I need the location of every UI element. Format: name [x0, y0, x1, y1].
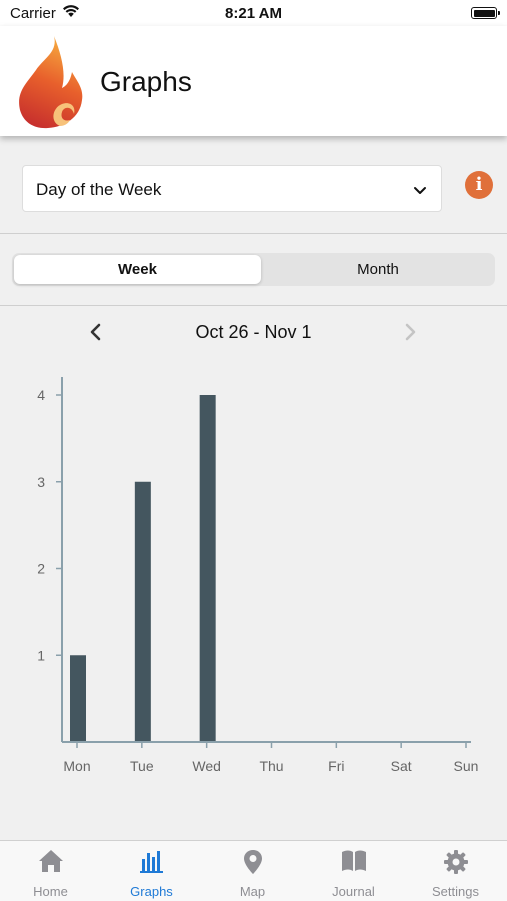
tab-map[interactable]: Map [202, 841, 303, 901]
tab-settings[interactable]: Settings [404, 841, 507, 901]
tab-home[interactable]: Home [0, 841, 101, 901]
grouping-select[interactable]: Day of the Week [22, 165, 442, 212]
app-header: Graphs [0, 26, 507, 136]
bar-tue [134, 481, 151, 741]
divider [0, 305, 507, 306]
tab-journal-label: Journal [332, 884, 375, 899]
segment-month[interactable]: Month [263, 255, 493, 284]
page-title: Graphs [100, 66, 192, 97]
home-icon [0, 849, 101, 875]
gear-icon [404, 849, 507, 875]
status-time: 8:21 AM [225, 5, 282, 22]
x-tick-label: Sun [454, 758, 479, 774]
period-segmented-control: Week Month [12, 253, 495, 286]
date-range-label: Oct 26 - Nov 1 [195, 322, 312, 342]
x-tick-label: Mon [63, 758, 90, 774]
segment-week[interactable]: Week [14, 255, 261, 284]
y-tick-label: 2 [37, 561, 45, 577]
grouping-select-value: Day of the Week [36, 180, 162, 199]
weekday-bar-chart: 1 2 3 4 Mon Tue Wed Thu Fri Sat Sun [37, 377, 479, 774]
info-icon: i [475, 174, 483, 195]
date-range-nav: Oct 26 - Nov 1 [0, 320, 507, 346]
tab-home-label: Home [33, 884, 68, 899]
bar-mon [70, 655, 86, 741]
tab-settings-label: Settings [432, 884, 479, 899]
bar-wed [199, 395, 216, 741]
tab-graphs-label: Graphs [130, 884, 173, 899]
tab-map-label: Map [239, 884, 266, 899]
status-bar: Carrier 8:21 AM [0, 0, 507, 26]
map-pin-icon [202, 849, 303, 875]
tab-bar: Home Graphs Map Journal Settings [0, 840, 507, 901]
tab-graphs[interactable]: Graphs [101, 841, 202, 901]
bar-chart-icon [101, 849, 202, 875]
y-tick-label: 1 [37, 647, 45, 663]
battery-icon [471, 7, 500, 19]
chevron-right-icon[interactable] [402, 322, 418, 347]
book-icon [303, 849, 404, 875]
y-tick-label: 3 [37, 474, 45, 490]
x-tick-label: Sat [391, 758, 412, 774]
tab-journal[interactable]: Journal [303, 841, 404, 901]
info-button[interactable]: i [465, 171, 493, 199]
x-tick-label: Thu [259, 758, 283, 774]
y-tick-label: 4 [37, 387, 45, 403]
x-tick-label: Wed [192, 758, 221, 774]
chevron-down-icon [413, 183, 427, 201]
x-tick-label: Tue [130, 758, 154, 774]
divider [0, 233, 507, 234]
x-tick-label: Fri [328, 758, 344, 774]
flame-logo-icon [14, 34, 86, 135]
